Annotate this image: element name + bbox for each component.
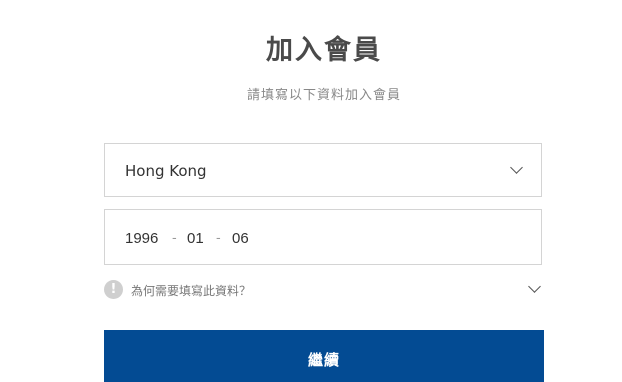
- why-info-label: 為何需要填寫此資料？: [131, 284, 252, 298]
- info-icon: !: [104, 280, 123, 299]
- date-separator: -: [216, 231, 221, 246]
- page-subtitle: 請填寫以下資料加入會員: [246, 88, 401, 103]
- why-info-toggle[interactable]: ! 為何需要填寫此資料？: [104, 280, 542, 300]
- continue-button[interactable]: 繼續: [104, 330, 544, 382]
- chevron-down-icon: [528, 280, 541, 293]
- page-title: 加入會員: [266, 35, 382, 66]
- birthdate-day[interactable]: 06: [232, 230, 249, 247]
- birthdate-field[interactable]: 1996 - 01 - 06: [104, 209, 542, 265]
- signup-page: 加入會員 請填寫以下資料加入會員 Hong Kong 1996 - 01 - 0…: [0, 0, 622, 382]
- chevron-down-icon: [510, 161, 523, 174]
- region-select[interactable]: Hong Kong: [104, 143, 542, 197]
- birthdate-year[interactable]: 1996: [125, 230, 158, 247]
- birthdate-month[interactable]: 01: [187, 230, 204, 247]
- date-separator: -: [172, 231, 177, 246]
- region-select-value: Hong Kong: [125, 162, 207, 180]
